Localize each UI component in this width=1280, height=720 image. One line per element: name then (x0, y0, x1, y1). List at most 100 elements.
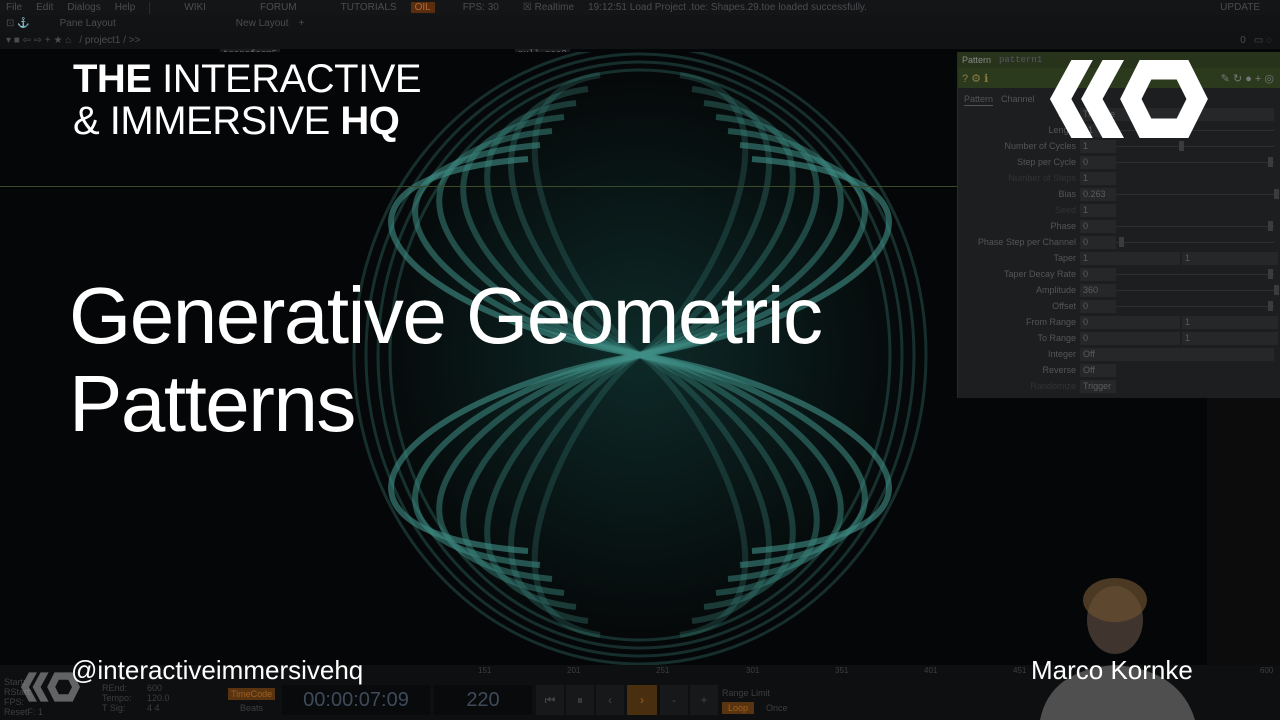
param-slider[interactable] (1116, 140, 1274, 151)
ruler-tick: 301 (746, 666, 760, 675)
window-icon[interactable]: ▭ ◌ (1254, 35, 1272, 46)
brand-interactive: INTERACTIVE (151, 57, 422, 101)
param-row: Integer Off (958, 346, 1280, 362)
timecode-display[interactable]: 00:00:07:09 (282, 685, 430, 715)
slider-handle[interactable] (1119, 236, 1125, 247)
resetf-label: ResetF: 1 (4, 707, 44, 717)
tutorials-link[interactable]: TUTORIALS (341, 2, 397, 13)
param-value-2[interactable]: 1 (1182, 331, 1278, 345)
param-value[interactable]: Off (1080, 363, 1116, 377)
param-label: Amplitude (1035, 285, 1076, 295)
frame-display[interactable]: 220 (434, 685, 532, 715)
param-value[interactable]: 1 (1080, 251, 1180, 265)
param-label: Step per Cycle (1016, 157, 1076, 167)
param-value[interactable]: 1 (1080, 203, 1116, 217)
pane-layout-button[interactable]: Pane Layout (60, 18, 116, 29)
param-value[interactable]: 1 (1080, 139, 1116, 153)
slider-handle[interactable] (1267, 300, 1273, 311)
tab-pattern[interactable]: Pattern (964, 94, 994, 106)
ruler-tick: 251 (656, 666, 670, 675)
param-value[interactable]: Trigger (1080, 379, 1116, 393)
wiki-link[interactable]: WIKI (184, 2, 206, 13)
param-label: Bias (1058, 189, 1076, 199)
realtime-label: Realtime (534, 2, 575, 13)
menu-dialogs[interactable]: Dialogs (67, 2, 100, 13)
realtime-checkbox[interactable]: ☒ Realtime (523, 2, 574, 13)
slider-handle[interactable] (1274, 284, 1279, 295)
new-layout-button[interactable]: New Layout (236, 18, 289, 29)
step-forward-button[interactable]: - (660, 685, 688, 715)
param-row: Number of Steps 1 (958, 170, 1280, 186)
oil-badge[interactable]: OIL (410, 2, 435, 13)
param-value-2[interactable]: 1 (1182, 251, 1278, 265)
forum-link[interactable]: FORUM (260, 2, 297, 13)
nav-icons[interactable]: ▾ ■ ⇦ ⇨ + ★ ⌂ (6, 35, 71, 46)
param-value[interactable]: 0 (1080, 267, 1116, 281)
slider-handle[interactable] (1267, 156, 1273, 167)
op-name[interactable]: pattern1 (999, 55, 1042, 65)
param-menu[interactable]: Off (1080, 347, 1274, 361)
param-label: Taper Decay Rate (1003, 269, 1076, 279)
loop-toggle[interactable]: Loop (722, 702, 755, 714)
add-button[interactable]: + (690, 685, 718, 715)
time-info-2: REnd: Tempo: T Sig: (102, 683, 132, 713)
brand-wordmark: THE INTERACTIVE & IMMERSIVE HQ (73, 57, 422, 142)
param-slider[interactable] (1116, 300, 1274, 311)
param-value[interactable]: 0 (1080, 315, 1180, 329)
rewind-button[interactable]: ⏮ (536, 685, 564, 715)
param-label: Number of Steps (1008, 173, 1076, 183)
beats-toggle[interactable]: Beats (240, 703, 263, 713)
param-row: Number of Cycles 1 (958, 138, 1280, 154)
param-value[interactable]: 360 (1080, 283, 1116, 297)
param-label: Phase Step per Channel (977, 237, 1076, 247)
param-value[interactable]: 0 (1080, 331, 1180, 345)
ruler-tick: 600 (1260, 666, 1274, 675)
range-limit-label: Range Limit (722, 688, 771, 698)
counter: 0 (1240, 35, 1246, 46)
param-slider[interactable] (1116, 188, 1279, 199)
param-value[interactable]: 0 (1080, 219, 1116, 233)
tab-channel[interactable]: Channel (1001, 94, 1035, 106)
param-row: Taper 1 1 (958, 250, 1280, 266)
param-slider[interactable] (1116, 220, 1274, 231)
slider-handle[interactable] (1274, 188, 1279, 199)
play-button[interactable]: › (627, 685, 657, 715)
op-type: Pattern (962, 55, 992, 65)
param-value[interactable]: 0 (1080, 299, 1116, 313)
tempo-label: Tempo: (102, 693, 132, 703)
param-value[interactable]: 0 (1080, 235, 1116, 249)
once-toggle[interactable]: Once (766, 703, 788, 713)
tsig-value[interactable]: 4 4 (147, 703, 170, 713)
update-button[interactable]: UPDATE (1220, 2, 1260, 13)
help-icon[interactable]: ? ⚙ ℹ (962, 72, 988, 85)
param-slider[interactable] (1116, 284, 1279, 295)
step-back-button[interactable]: ‹ (596, 685, 624, 715)
menu-file[interactable]: File (6, 2, 22, 13)
menu-edit[interactable]: Edit (36, 2, 53, 13)
param-value[interactable]: 0.263 (1080, 187, 1116, 201)
timecode-toggle[interactable]: TimeCode (228, 688, 276, 700)
network-path[interactable]: / project1 / >> (79, 35, 140, 46)
slider-handle[interactable] (1267, 268, 1273, 279)
tempo-value[interactable]: 120.0 (147, 693, 170, 703)
param-label: Number of Cycles (1004, 141, 1076, 151)
title-line-1: Generative Geometric (69, 271, 823, 360)
slider-handle[interactable] (1267, 220, 1273, 231)
ruler-tick: 401 (924, 666, 938, 675)
brand-the: THE (73, 57, 152, 101)
hq-logo (1049, 60, 1208, 138)
param-slider[interactable] (1116, 236, 1274, 247)
param-value-2[interactable]: 1 (1182, 315, 1278, 329)
add-layout-icon[interactable]: + (299, 18, 305, 29)
param-row: From Range 0 1 (958, 314, 1280, 330)
menu-help[interactable]: Help (115, 2, 136, 13)
pane-icon[interactable]: ⊡ ⚓ (6, 18, 30, 29)
ruler-tick: 201 (567, 666, 581, 675)
param-slider[interactable] (1116, 268, 1274, 279)
param-value[interactable]: 0 (1080, 155, 1116, 169)
pause-button[interactable]: ⏸ (566, 685, 594, 715)
panel-tools-icons[interactable]: ✎ ↻ ● + ◎ (1221, 72, 1274, 85)
slider-handle[interactable] (1179, 140, 1185, 151)
param-value[interactable]: 1 (1080, 171, 1116, 185)
param-slider[interactable] (1116, 156, 1274, 167)
